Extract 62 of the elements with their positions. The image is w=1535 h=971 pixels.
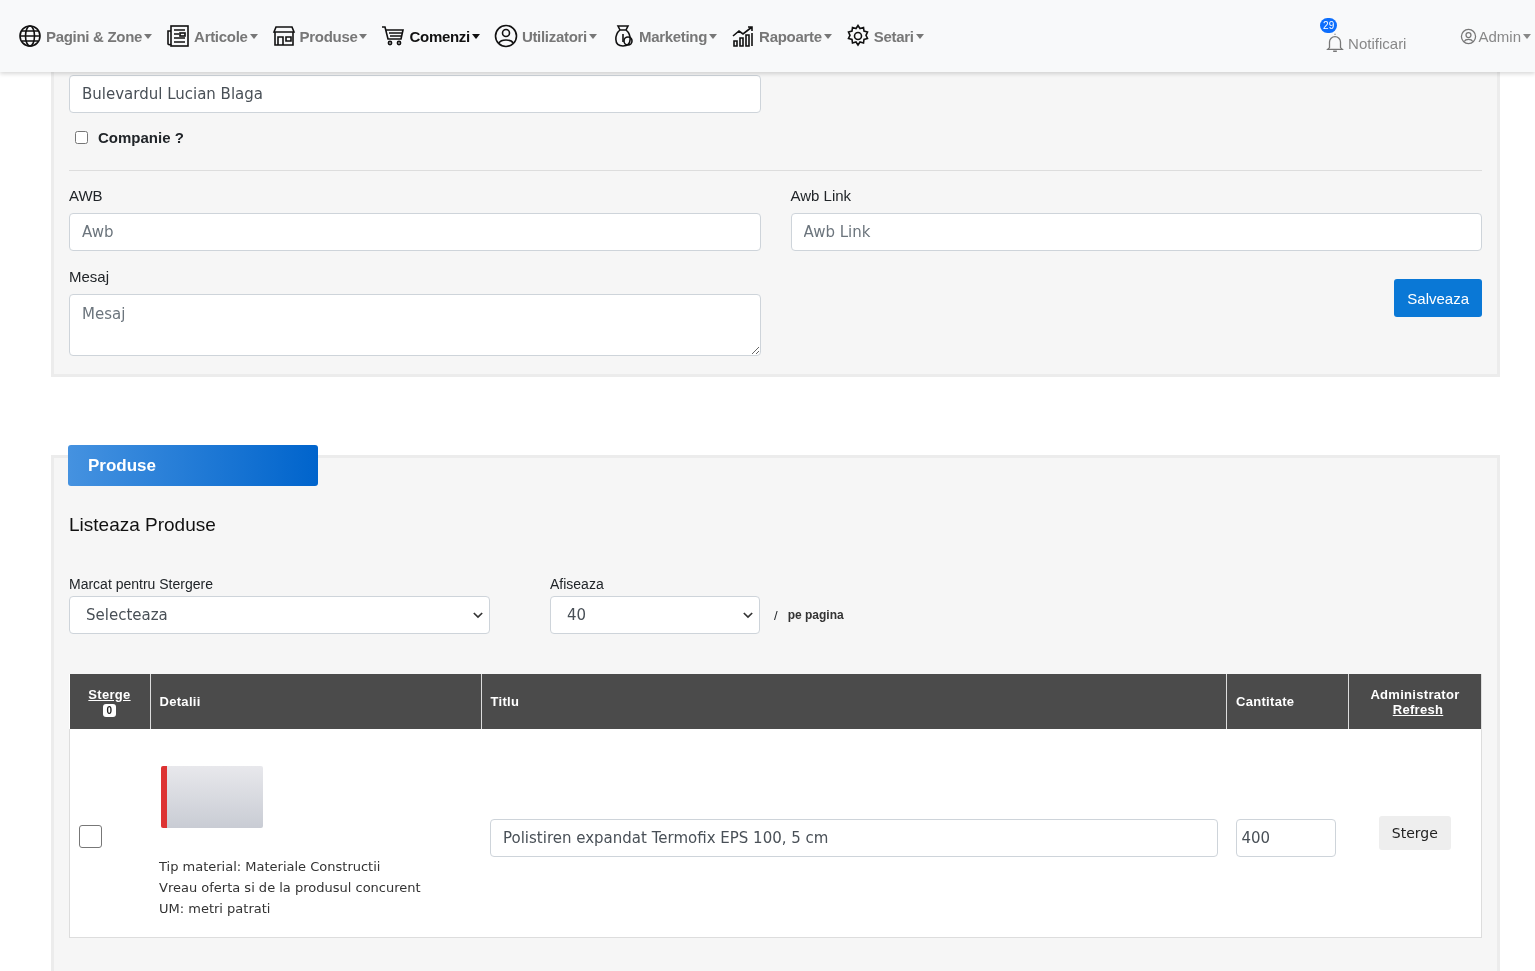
caret-icon	[249, 33, 258, 39]
nav-menu-item[interactable]: Articole	[166, 24, 258, 48]
caret-icon	[144, 33, 153, 39]
page-size-select[interactable]: 40	[550, 596, 760, 634]
store-icon	[271, 24, 296, 48]
row-checkbox[interactable]	[79, 824, 102, 848]
message-label: Mesaj	[69, 268, 110, 285]
awb-field[interactable]: Awb	[69, 213, 761, 251]
admin-header-text: Administrator	[1370, 686, 1460, 702]
admin-menu[interactable]: Admin	[1460, 27, 1531, 45]
nav-menu-item[interactable]: Pagini & Zone	[18, 24, 153, 48]
notifications-link[interactable]: 29 Notificari	[1320, 18, 1407, 54]
selected-count-badge: 0	[102, 703, 117, 717]
chevron-icon	[473, 611, 483, 619]
chevron-icon	[743, 611, 753, 619]
chart-icon	[731, 24, 756, 48]
company-label: Companie ?	[98, 129, 184, 146]
nav-menu-item[interactable]: Produse	[271, 24, 368, 48]
nav-menu-item[interactable]: Utilizatori	[493, 24, 597, 48]
caret-icon	[915, 33, 924, 39]
user-icon	[493, 24, 518, 48]
street-field[interactable]: Bulevardul Lucian Blaga	[69, 75, 761, 113]
per-page-text: pe pagina	[787, 608, 844, 622]
cart-icon	[381, 24, 406, 48]
filter-label: Marcat pentru Stergere	[69, 576, 214, 592]
detail-text: Tip material: Materiale Constructii	[159, 858, 382, 877]
notification-count-badge: 29	[1320, 18, 1338, 33]
save-button[interactable]: Salveaza	[1394, 279, 1482, 317]
delete-column-link[interactable]: Sterge	[88, 686, 131, 702]
column-header: Titlu	[481, 674, 1227, 729]
caret-icon	[588, 33, 597, 39]
detail-text: UM: metri patrati	[159, 900, 272, 919]
settings-icon	[845, 24, 870, 48]
detail-text: Vreau oferta si de la produsul concurent	[159, 879, 422, 898]
nav-menu-item[interactable]: Rapoarte	[731, 24, 832, 48]
page-size-label: Afiseaza	[550, 576, 605, 592]
nav-menu-item[interactable]: Comenzi	[381, 24, 480, 48]
section-heading: Listeaza Produse	[69, 514, 217, 536]
awb-label: AWB	[69, 187, 104, 204]
nav-menu-item[interactable]: Marketing	[610, 24, 718, 48]
refresh-link[interactable]: Refresh	[1392, 701, 1444, 717]
separator-text: /	[774, 607, 778, 623]
caret-icon	[709, 33, 718, 39]
caret-icon	[823, 33, 832, 39]
column-header: Cantitate	[1226, 674, 1349, 729]
column-header: Detalii	[150, 674, 481, 729]
globe-icon	[18, 24, 42, 48]
company-checkbox[interactable]	[75, 131, 88, 144]
delete-button[interactable]: Sterge	[1378, 815, 1451, 850]
nav-menu-item[interactable]: Setari	[845, 24, 924, 48]
awb-link-label: Awb Link	[790, 187, 853, 204]
newspaper-icon	[166, 24, 191, 48]
caret-icon	[1523, 33, 1531, 39]
products-tab[interactable]: Produse	[68, 445, 318, 486]
marked-select[interactable]: Selecteaza	[69, 596, 490, 634]
message-field[interactable]: Mesaj	[69, 294, 761, 356]
quantity-field[interactable]: 400	[1235, 818, 1336, 857]
title-field[interactable]: Polistiren expandat Termofix EPS 100, 5 cm	[490, 818, 1218, 857]
awb-link-field[interactable]: Awb Link	[790, 213, 1482, 251]
caret-icon	[471, 33, 480, 39]
user-icon	[1460, 27, 1478, 45]
caret-icon	[359, 33, 368, 39]
